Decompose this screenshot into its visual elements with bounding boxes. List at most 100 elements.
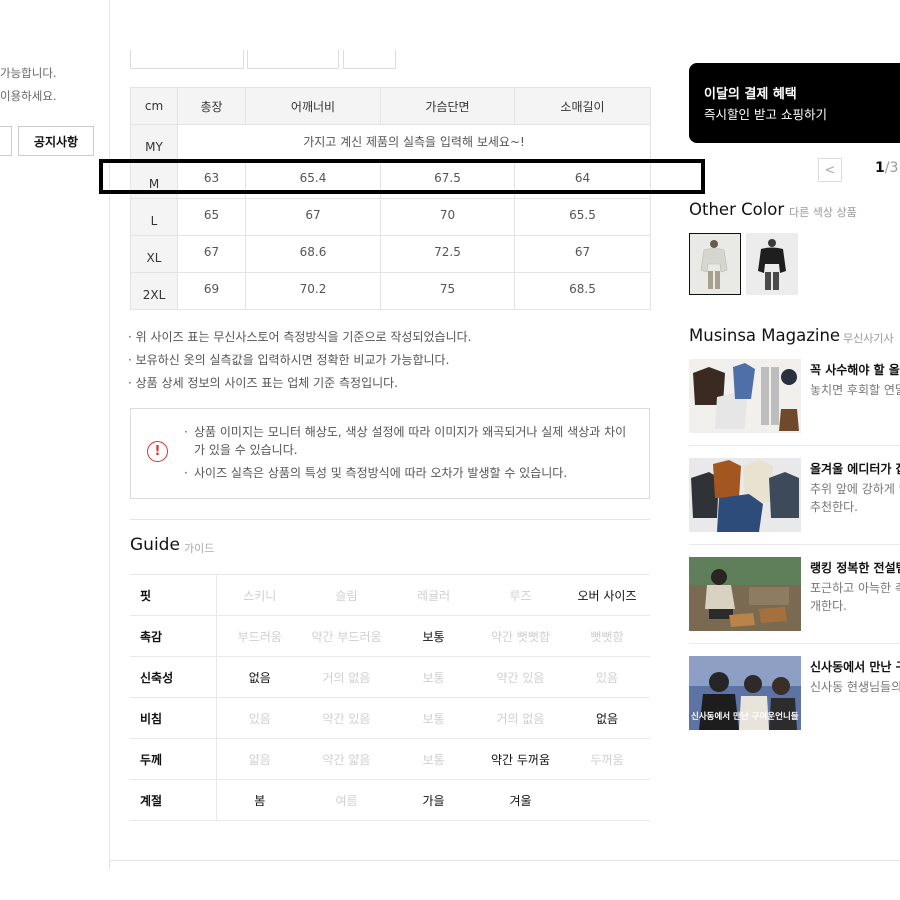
table-cell: 67 (245, 198, 381, 236)
size-tab[interactable] (130, 50, 244, 69)
article-image[interactable] (689, 458, 801, 532)
other-color-title: Other Color (689, 200, 785, 219)
color-option-black[interactable] (746, 233, 798, 295)
chevron-left-icon[interactable]: < (818, 158, 842, 182)
guide-option: 약간 있음 (477, 656, 564, 698)
guide-option: 얇음 (216, 738, 303, 780)
table-row: 2XL 69 70.2 75 68.5 (130, 272, 651, 310)
my-size-prompt[interactable]: 가지고 계신 제품의 실측을 입력해 보세요~! (177, 124, 651, 162)
table-cell: 75 (380, 272, 515, 310)
article-image-icon (689, 557, 801, 631)
my-size-prompt-text: 가지고 계신 제품의 실측을 입력해 보세요~! (303, 134, 525, 149)
article-desc: 개한다. (810, 599, 847, 613)
row-label: XL (130, 235, 178, 273)
article-title[interactable]: 신사동에서 만난 구 (810, 658, 900, 675)
size-note: 보유하신 옷의 실측값을 입력하시면 정확한 비교가 가능합니다. (128, 349, 471, 372)
cell-value: 68.5 (569, 282, 596, 296)
notice-button[interactable]: 공지사항 (18, 126, 94, 156)
article-title[interactable]: 꼭 사수해야 할 올해 (810, 361, 900, 378)
guide-option: 오버 사이즈 (564, 574, 650, 616)
guide-title: Guide (130, 535, 180, 555)
article-desc: 포근하고 아늑한 촉 (810, 581, 900, 595)
guide-option (564, 779, 650, 821)
table-cell: 70 (380, 198, 515, 236)
article-desc: 신사동 현생님들의 (810, 680, 900, 694)
guide-option: 보통 (390, 738, 477, 780)
cell-value: 70.2 (299, 282, 327, 296)
guide-option: 슬림 (303, 574, 390, 616)
guide-row: 핏 스키니 슬림 레귤러 루즈 오버 사이즈 (130, 574, 650, 616)
guide-option: 거의 없음 (477, 697, 564, 739)
row-label-text: L (150, 214, 158, 228)
article-desc: 추천한다. (810, 500, 858, 514)
guide-option: 있음 (564, 656, 650, 698)
header-cell: 총장 (177, 87, 246, 125)
article-title[interactable]: 올겨울 에디터가 잡 (810, 460, 900, 477)
cell-value: 67 (574, 245, 591, 259)
guide-option: 부드러움 (216, 615, 303, 657)
guide-row-label: 비침 (130, 697, 217, 739)
cell-value: 72.5 (434, 245, 461, 259)
left-note-line: 가능합니다. (0, 66, 57, 80)
magazine-subtitle: 무신사기사 (843, 332, 894, 345)
guide-option: 루즈 (477, 574, 564, 616)
cell-value: 67 (203, 245, 220, 259)
guide-row-label: 핏 (130, 574, 217, 616)
size-tab[interactable] (343, 50, 396, 69)
guide-option: 보통 (390, 656, 477, 698)
pager-current: 1 (875, 160, 885, 176)
column-divider (109, 0, 110, 870)
table-cell: 70.2 (245, 272, 381, 310)
guide-option: 봄 (216, 779, 303, 821)
article-image[interactable] (689, 557, 801, 631)
pager-total: 3 (889, 160, 899, 176)
guide-row: 두께 얇음 약간 얇음 보통 약간 두꺼움 두꺼움 (130, 738, 650, 780)
article-divider (689, 643, 900, 644)
row-label: MY (130, 124, 178, 162)
payment-benefit-banner[interactable] (689, 63, 900, 143)
guide-row: 비침 있음 약간 있음 보통 거의 없음 없음 (130, 697, 650, 739)
cell-value: 70 (439, 208, 456, 222)
size-tab[interactable] (247, 50, 339, 69)
color-option-light-gray[interactable] (689, 233, 741, 295)
article-image[interactable]: 신사동에서 만난 구여운언니들 (689, 656, 801, 730)
guide-option: 없음 (216, 656, 303, 698)
cell-value: 65.5 (569, 208, 596, 222)
guide-option: 약간 얇음 (303, 738, 390, 780)
table-cell: 65.5 (514, 198, 651, 236)
size-note: 위 사이즈 표는 무신사스토어 측정방식을 기준으로 작성되었습니다. (128, 326, 472, 349)
table-row: XL 67 68.6 72.5 67 (130, 235, 651, 273)
row-highlight-box (99, 159, 705, 194)
article-image[interactable] (689, 359, 801, 433)
row-label: L (130, 198, 178, 236)
guide-option: 약간 뻣뻣함 (477, 615, 564, 657)
guide-option: 가을 (390, 779, 477, 821)
article-image-icon (689, 458, 801, 532)
guide-option: 약간 두꺼움 (477, 738, 564, 780)
article-divider (689, 445, 900, 446)
header-cell: 소매길이 (514, 87, 651, 125)
guide-row-label: 계절 (130, 779, 217, 821)
benefit-subtitle: 즉시할인 받고 쇼핑하기 (704, 107, 827, 122)
table-row: L 65 67 70 65.5 (130, 198, 651, 236)
guide-option: 겨울 (477, 779, 564, 821)
guide-row-label: 신축성 (130, 656, 217, 698)
notice-text: 상품 이미지는 모니터 해상도, 색상 설정에 따라 이미지가 왜곡되거나 실제… (182, 424, 632, 489)
guide-option: 약간 부드러움 (303, 615, 390, 657)
guide-divider (130, 519, 650, 520)
left-note-line: 이용하세요. (0, 89, 57, 103)
guide-option: 거의 없음 (303, 656, 390, 698)
size-note: 상품 상세 정보의 사이즈 표는 업체 기준 측정입니다. (128, 372, 471, 395)
guide-option: 뻣뻣함 (564, 615, 650, 657)
article-title[interactable]: 랭킹 정복한 전설템 (810, 559, 900, 576)
header-cell: 어깨너비 (245, 87, 381, 125)
left-cut-button[interactable] (0, 126, 12, 156)
my-size-row[interactable]: MY 가지고 계신 제품의 실측을 입력해 보세요~! (130, 124, 651, 162)
other-color-subtitle: 다른 색상 상품 (789, 206, 857, 219)
guide-option: 보통 (390, 615, 477, 657)
article-desc: 놓치면 후회할 연말 (810, 383, 900, 397)
header-cell: 가슴단면 (380, 87, 515, 125)
benefit-title: 이달의 결제 혜택 (704, 87, 797, 102)
cell-value: 67 (305, 208, 321, 222)
row-label: 2XL (130, 272, 178, 310)
